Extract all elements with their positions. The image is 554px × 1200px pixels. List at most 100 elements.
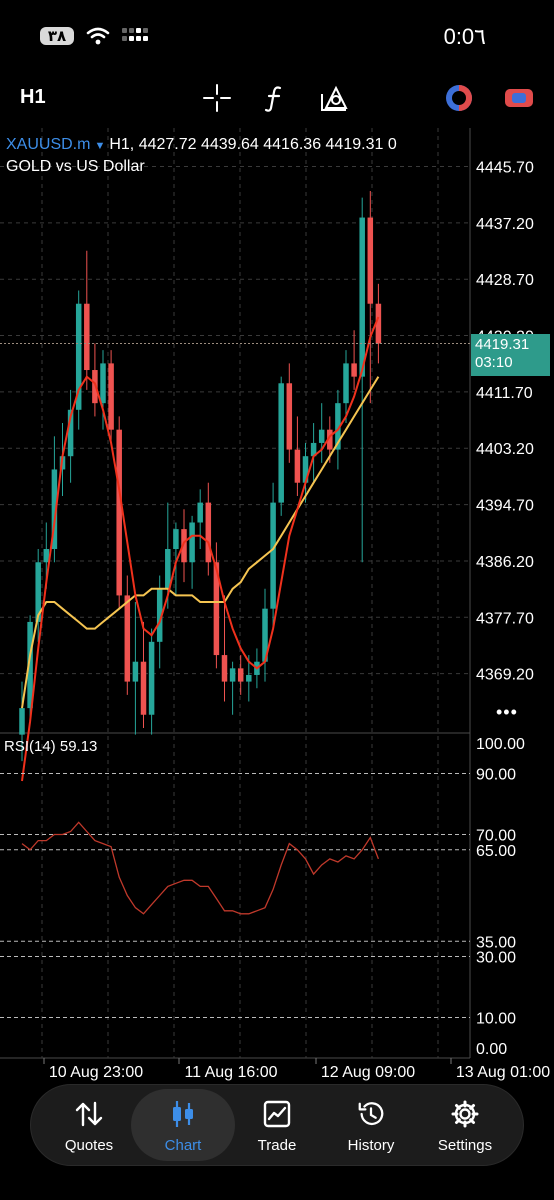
time-tick-label: 10 Aug 23:00 xyxy=(49,1064,143,1081)
trade-toggle-icon[interactable] xyxy=(503,82,535,114)
rsi-tick-label: 10.00 xyxy=(476,1011,516,1028)
candle xyxy=(84,250,90,390)
candle xyxy=(359,197,365,563)
candle-body xyxy=(359,217,365,377)
cellular-signal-icon xyxy=(122,28,148,41)
timeframe-button[interactable]: H1 xyxy=(20,86,46,109)
symbol-info: XAUUSD.m ▼ H1, 4427.72 4439.64 4416.36 441… xyxy=(6,136,397,154)
candle-body xyxy=(140,661,147,715)
price-tick-label: 4411.70 xyxy=(476,385,533,402)
gear-icon xyxy=(450,1099,480,1129)
history-clock-icon xyxy=(356,1099,386,1129)
candle xyxy=(262,588,268,682)
symbol-dropdown-icon[interactable]: ▼ xyxy=(94,140,105,152)
tab-trade[interactable]: Trade xyxy=(231,1089,323,1161)
candle-body xyxy=(318,429,325,443)
candle-body xyxy=(19,708,25,735)
candle-body xyxy=(229,668,236,682)
one-click-trading-icon[interactable] xyxy=(443,82,475,114)
tab-history[interactable]: History xyxy=(325,1089,417,1161)
candle xyxy=(197,489,203,550)
crosshair-icon[interactable] xyxy=(201,82,233,114)
tab-label: Quotes xyxy=(64,1137,114,1154)
indicators-function-icon[interactable] xyxy=(259,82,291,114)
candle xyxy=(318,403,325,463)
candle xyxy=(148,628,155,735)
candle xyxy=(116,416,122,609)
status-indicators: ٣٨ xyxy=(40,26,148,46)
tab-quotes[interactable]: Quotes xyxy=(43,1089,135,1161)
chart-toolbar: H1 xyxy=(0,70,554,128)
candle-body xyxy=(351,363,357,377)
candle xyxy=(67,389,74,483)
price-tick-label: 4386.20 xyxy=(476,554,534,571)
candle-body xyxy=(100,363,106,404)
candle xyxy=(140,621,147,728)
candle xyxy=(286,363,293,463)
candle-body xyxy=(165,549,171,589)
candle xyxy=(124,575,131,695)
time-tick-label: 12 Aug 09:00 xyxy=(321,1064,415,1081)
battery-indicator: ٣٨ xyxy=(40,27,74,45)
price-tick-label: 4445.70 xyxy=(476,160,534,177)
rsi-tick-label: 30.00 xyxy=(476,950,516,967)
candle-body xyxy=(286,383,293,450)
candle-body xyxy=(189,522,195,563)
candle-body xyxy=(294,449,301,483)
price-tick-label: 4403.20 xyxy=(476,441,534,458)
candle-body xyxy=(270,502,276,609)
current-price: 4419.31 xyxy=(475,335,530,353)
price-tick-label: 4377.70 xyxy=(476,610,534,627)
rsi-tick-label: 65.00 xyxy=(476,843,516,860)
candle xyxy=(351,330,357,390)
price-tick-label: 4428.70 xyxy=(476,272,534,289)
price-tick-label: 4437.20 xyxy=(476,216,534,233)
candle xyxy=(75,290,82,430)
candle xyxy=(205,482,212,576)
current-price-label: 4419.31 03:10 xyxy=(471,333,550,376)
candle-body xyxy=(246,674,252,682)
candle-body xyxy=(132,661,139,682)
candle xyxy=(294,416,301,496)
tab-settings[interactable]: Settings xyxy=(419,1089,511,1161)
tab-chart[interactable]: Chart xyxy=(131,1089,235,1161)
bottom-tab-bar: Quotes Chart Trade History Settings xyxy=(30,1084,524,1166)
time-tick-label: 11 Aug 16:00 xyxy=(184,1064,277,1081)
drawing-objects-icon[interactable] xyxy=(318,82,350,114)
bar-countdown: 03:10 xyxy=(475,353,513,371)
candle-body xyxy=(116,429,122,596)
rsi-label: RSI(14) 59.13 xyxy=(4,738,98,755)
tab-label: Chart xyxy=(164,1137,202,1154)
more-options-icon[interactable]: ••• xyxy=(496,702,518,723)
candle-body xyxy=(367,217,374,304)
tab-label: Settings xyxy=(437,1137,493,1154)
candle-body xyxy=(278,383,284,503)
symbol-name[interactable]: XAUUSD.m xyxy=(6,136,90,153)
candle-body xyxy=(124,595,131,682)
rsi-line xyxy=(21,821,380,915)
rsi-tick-label: 90.00 xyxy=(476,767,516,784)
candle-body xyxy=(43,549,50,563)
candle xyxy=(132,602,139,735)
ohlc-values: H1, 4427.72 4439.64 4416.36 4419.31 0 xyxy=(109,136,397,153)
tab-label: Trade xyxy=(257,1137,297,1154)
candle-body xyxy=(148,641,155,715)
tab-label: History xyxy=(347,1137,395,1154)
candle-body xyxy=(108,363,114,430)
time-tick-label: 13 Aug 01:00 xyxy=(456,1064,550,1081)
price-tick-label: 4394.70 xyxy=(476,498,534,515)
candle xyxy=(229,661,236,715)
price-chart[interactable]: 4445.704437.204428.704420.204411.704403.… xyxy=(0,128,554,1088)
candle xyxy=(310,423,317,483)
trade-chart-icon xyxy=(262,1099,292,1129)
candle-body xyxy=(173,529,179,550)
candle-body xyxy=(84,303,90,371)
candle-body xyxy=(205,502,212,563)
status-bar: ٣٨ 0:0٦ xyxy=(0,0,554,70)
wifi-icon xyxy=(86,27,110,45)
status-time: 0:0٦ xyxy=(443,24,486,49)
candle xyxy=(108,350,114,443)
chart-area[interactable]: 4445.704437.204428.704420.204411.704403.… xyxy=(0,128,554,1088)
candle-body xyxy=(197,502,203,523)
candle xyxy=(270,482,276,629)
